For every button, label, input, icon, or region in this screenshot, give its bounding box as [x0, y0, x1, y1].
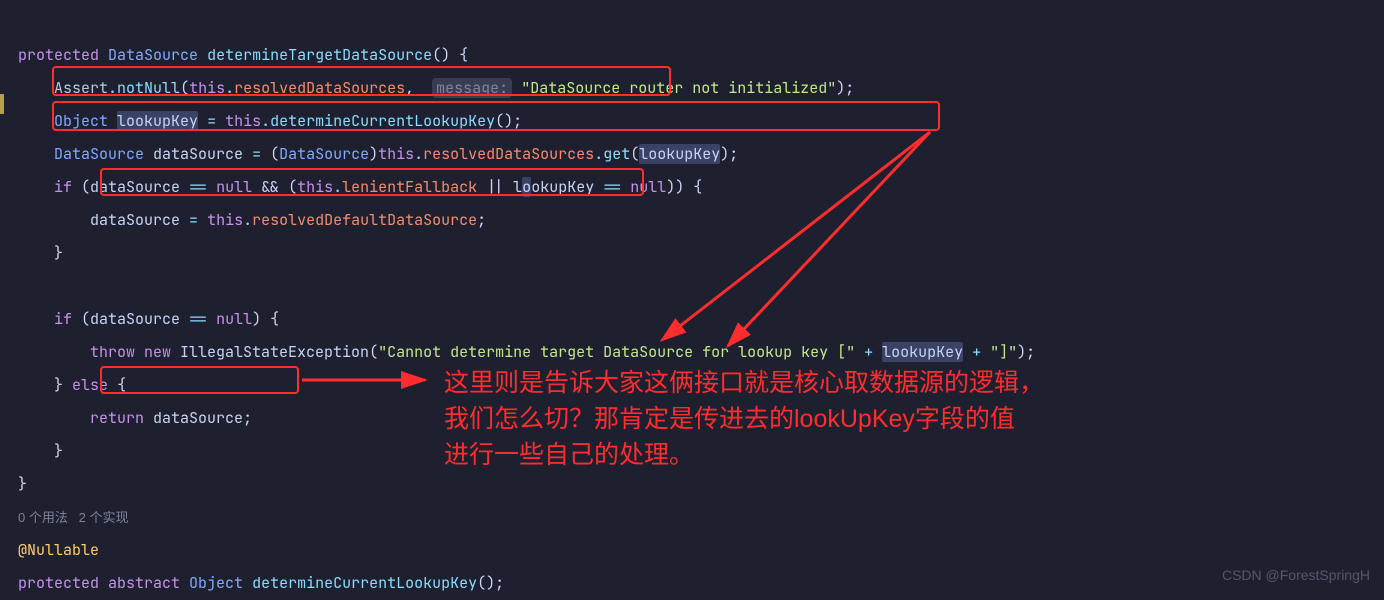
- code-editor-viewport[interactable]: protected DataSource determineTargetData…: [0, 0, 1384, 600]
- watermark: CSDN @ForestSpringH: [1222, 559, 1370, 592]
- code-line: Object lookupKey = this.determineCurrent…: [18, 111, 522, 131]
- code-line: dataSource = this.resolvedDefaultDataSou…: [18, 210, 486, 230]
- code-usage-hint[interactable]: 0 个用法 2 个实现: [18, 510, 129, 525]
- code-line: throw new IllegalStateException("Cannot …: [18, 342, 1035, 362]
- code-line: }: [18, 474, 27, 494]
- code-line: [18, 276, 27, 296]
- code-line: protected abstract Object determineCurre…: [18, 573, 504, 593]
- code-line: protected DataSource determineTargetData…: [18, 45, 468, 65]
- inlay-hint: message:: [432, 78, 512, 98]
- code-line: }: [18, 243, 63, 263]
- code-line: @Nullable: [18, 540, 99, 560]
- code-line: if (dataSource == null && (this.lenientF…: [18, 177, 702, 197]
- code-line: DataSource dataSource = (DataSource)this…: [18, 144, 738, 164]
- code-line: if (dataSource == null) {: [18, 309, 279, 329]
- code-line: }: [18, 441, 63, 461]
- code-line: return dataSource;: [18, 408, 252, 428]
- code-line: Assert.notNull(this.resolvedDataSources,…: [18, 78, 854, 98]
- code-line: } else {: [18, 375, 126, 395]
